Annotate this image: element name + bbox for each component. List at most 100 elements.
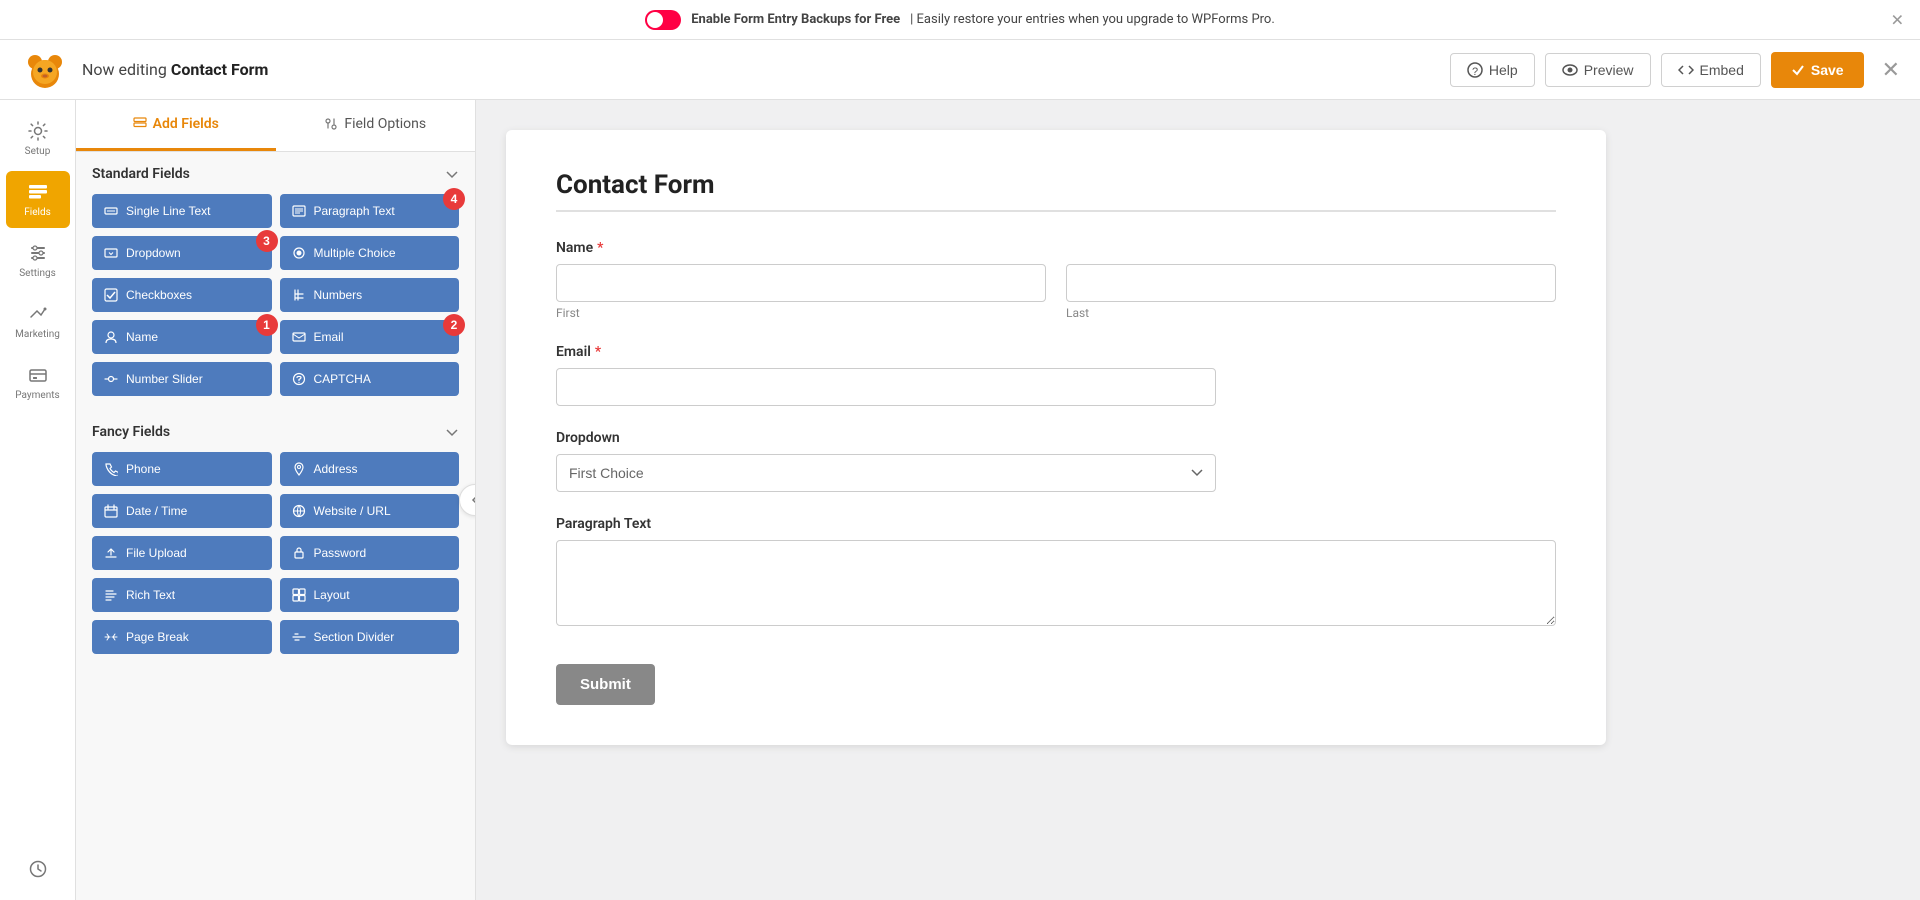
svg-text:?: ? bbox=[1472, 66, 1478, 78]
save-icon bbox=[1791, 63, 1805, 77]
field-btn-date-time[interactable]: Date / Time bbox=[92, 494, 272, 528]
field-btn-name[interactable]: Name 1 bbox=[92, 320, 272, 354]
dropdown-icon bbox=[104, 246, 118, 260]
main-layout: Setup Fields Settings bbox=[0, 100, 1920, 900]
tab-add-fields[interactable]: Add Fields bbox=[76, 100, 276, 151]
add-fields-tab-icon bbox=[133, 117, 147, 131]
close-button[interactable]: ✕ bbox=[1882, 57, 1900, 83]
header: Now editing Contact Form ? Help Preview … bbox=[0, 40, 1920, 100]
form-divider bbox=[556, 210, 1556, 212]
name-badge: 1 bbox=[256, 314, 278, 336]
number-slider-icon bbox=[104, 372, 118, 386]
preview-button[interactable]: Preview bbox=[1545, 53, 1651, 87]
field-btn-multiple-choice[interactable]: Multiple Choice bbox=[280, 236, 460, 270]
header-title: Now editing Contact Form bbox=[82, 60, 268, 79]
fancy-fields-collapse-icon bbox=[445, 425, 459, 439]
field-btn-number-slider[interactable]: Number Slider bbox=[92, 362, 272, 396]
single-line-text-icon bbox=[104, 204, 118, 218]
field-btn-dropdown[interactable]: Dropdown 3 bbox=[92, 236, 272, 270]
header-actions: ? Help Preview Embed Save ✕ bbox=[1450, 52, 1900, 88]
help-button[interactable]: ? Help bbox=[1450, 53, 1535, 87]
field-btn-phone[interactable]: Phone bbox=[92, 452, 272, 486]
embed-button[interactable]: Embed bbox=[1661, 53, 1761, 87]
field-btn-password[interactable]: Password bbox=[280, 536, 460, 570]
standard-fields-header[interactable]: Standard Fields bbox=[92, 166, 459, 182]
dropdown-badge: 3 bbox=[256, 230, 278, 252]
website-url-icon bbox=[292, 504, 306, 518]
name-first-sublabel: First bbox=[556, 306, 1046, 320]
sidebar-icons: Setup Fields Settings bbox=[0, 100, 76, 900]
field-btn-numbers[interactable]: Numbers bbox=[280, 278, 460, 312]
preview-icon bbox=[1562, 62, 1578, 78]
field-btn-address[interactable]: Address bbox=[280, 452, 460, 486]
standard-fields-collapse-icon bbox=[445, 167, 459, 181]
field-btn-page-break[interactable]: Page Break bbox=[92, 620, 272, 654]
field-options-tab-icon bbox=[324, 117, 338, 131]
notif-text: Enable Form Entry Backups for Free bbox=[691, 12, 900, 27]
form-canvas: Contact Form Name * First Last bbox=[476, 100, 1920, 900]
sidebar-item-payments[interactable]: Payments bbox=[6, 354, 70, 411]
dropdown-label: Dropdown bbox=[556, 430, 1556, 446]
field-btn-captcha[interactable]: CAPTCHA bbox=[280, 362, 460, 396]
name-label: Name * bbox=[556, 240, 1556, 256]
field-btn-file-upload[interactable]: File Upload bbox=[92, 536, 272, 570]
name-first-input[interactable] bbox=[556, 264, 1046, 302]
field-btn-layout[interactable]: Layout bbox=[280, 578, 460, 612]
tab-field-options[interactable]: Field Options bbox=[276, 100, 476, 151]
fields-panel: Add Fields Field Options Standard Fields… bbox=[76, 100, 476, 900]
logo-icon bbox=[23, 48, 67, 92]
section-divider-icon bbox=[292, 630, 306, 644]
name-last-input[interactable] bbox=[1066, 264, 1556, 302]
paragraph-label: Paragraph Text bbox=[556, 516, 1556, 532]
sidebar-item-setup[interactable]: Setup bbox=[6, 110, 70, 167]
form-field-dropdown: Dropdown First Choice bbox=[556, 430, 1556, 492]
name-row: First Last bbox=[556, 264, 1556, 320]
paragraph-textarea[interactable] bbox=[556, 540, 1556, 626]
panel-collapse-icon bbox=[470, 495, 476, 505]
field-btn-section-divider[interactable]: Section Divider bbox=[280, 620, 460, 654]
captcha-icon bbox=[292, 372, 306, 386]
save-button[interactable]: Save bbox=[1771, 52, 1864, 88]
notif-close-icon[interactable]: ✕ bbox=[1891, 10, 1904, 29]
notification-bar: Enable Form Entry Backups for Free | Eas… bbox=[0, 0, 1920, 40]
fancy-fields-section: Fancy Fields Phone Address Date / Time bbox=[76, 410, 475, 668]
app-logo bbox=[20, 45, 70, 95]
email-input[interactable] bbox=[556, 368, 1216, 406]
phone-icon bbox=[104, 462, 118, 476]
setup-icon bbox=[27, 120, 49, 142]
dropdown-select[interactable]: First Choice bbox=[556, 454, 1216, 492]
layout-icon bbox=[292, 588, 306, 602]
sidebar-item-settings[interactable]: Settings bbox=[6, 232, 70, 289]
submit-button[interactable]: Submit bbox=[556, 664, 655, 705]
backup-toggle[interactable] bbox=[645, 10, 681, 30]
standard-fields-grid: Single Line Text Paragraph Text 4 Dropdo… bbox=[92, 194, 459, 396]
field-btn-paragraph-text[interactable]: Paragraph Text 4 bbox=[280, 194, 460, 228]
paragraph-text-icon bbox=[292, 204, 306, 218]
email-label: Email * bbox=[556, 344, 1556, 360]
field-btn-single-line-text[interactable]: Single Line Text bbox=[92, 194, 272, 228]
marketing-icon bbox=[27, 303, 49, 325]
fancy-fields-header[interactable]: Fancy Fields bbox=[92, 424, 459, 440]
name-icon bbox=[104, 330, 118, 344]
email-badge: 2 bbox=[443, 314, 465, 336]
sidebar-item-fields[interactable]: Fields bbox=[6, 171, 70, 228]
help-icon: ? bbox=[1467, 62, 1483, 78]
field-btn-rich-text[interactable]: Rich Text bbox=[92, 578, 272, 612]
checkboxes-icon bbox=[104, 288, 118, 302]
multiple-choice-icon bbox=[292, 246, 306, 260]
form-field-name: Name * First Last bbox=[556, 240, 1556, 320]
sidebar-item-history[interactable] bbox=[6, 848, 70, 890]
payments-icon bbox=[27, 364, 49, 386]
fields-icon bbox=[27, 181, 49, 203]
sidebar-item-marketing[interactable]: Marketing bbox=[6, 293, 70, 350]
field-btn-website-url[interactable]: Website / URL bbox=[280, 494, 460, 528]
rich-text-icon bbox=[104, 588, 118, 602]
address-icon bbox=[292, 462, 306, 476]
paragraph-text-badge: 4 bbox=[443, 188, 465, 210]
date-time-icon bbox=[104, 504, 118, 518]
field-btn-checkboxes[interactable]: Checkboxes bbox=[92, 278, 272, 312]
password-icon bbox=[292, 546, 306, 560]
embed-icon bbox=[1678, 62, 1694, 78]
email-icon bbox=[292, 330, 306, 344]
field-btn-email[interactable]: Email 2 bbox=[280, 320, 460, 354]
